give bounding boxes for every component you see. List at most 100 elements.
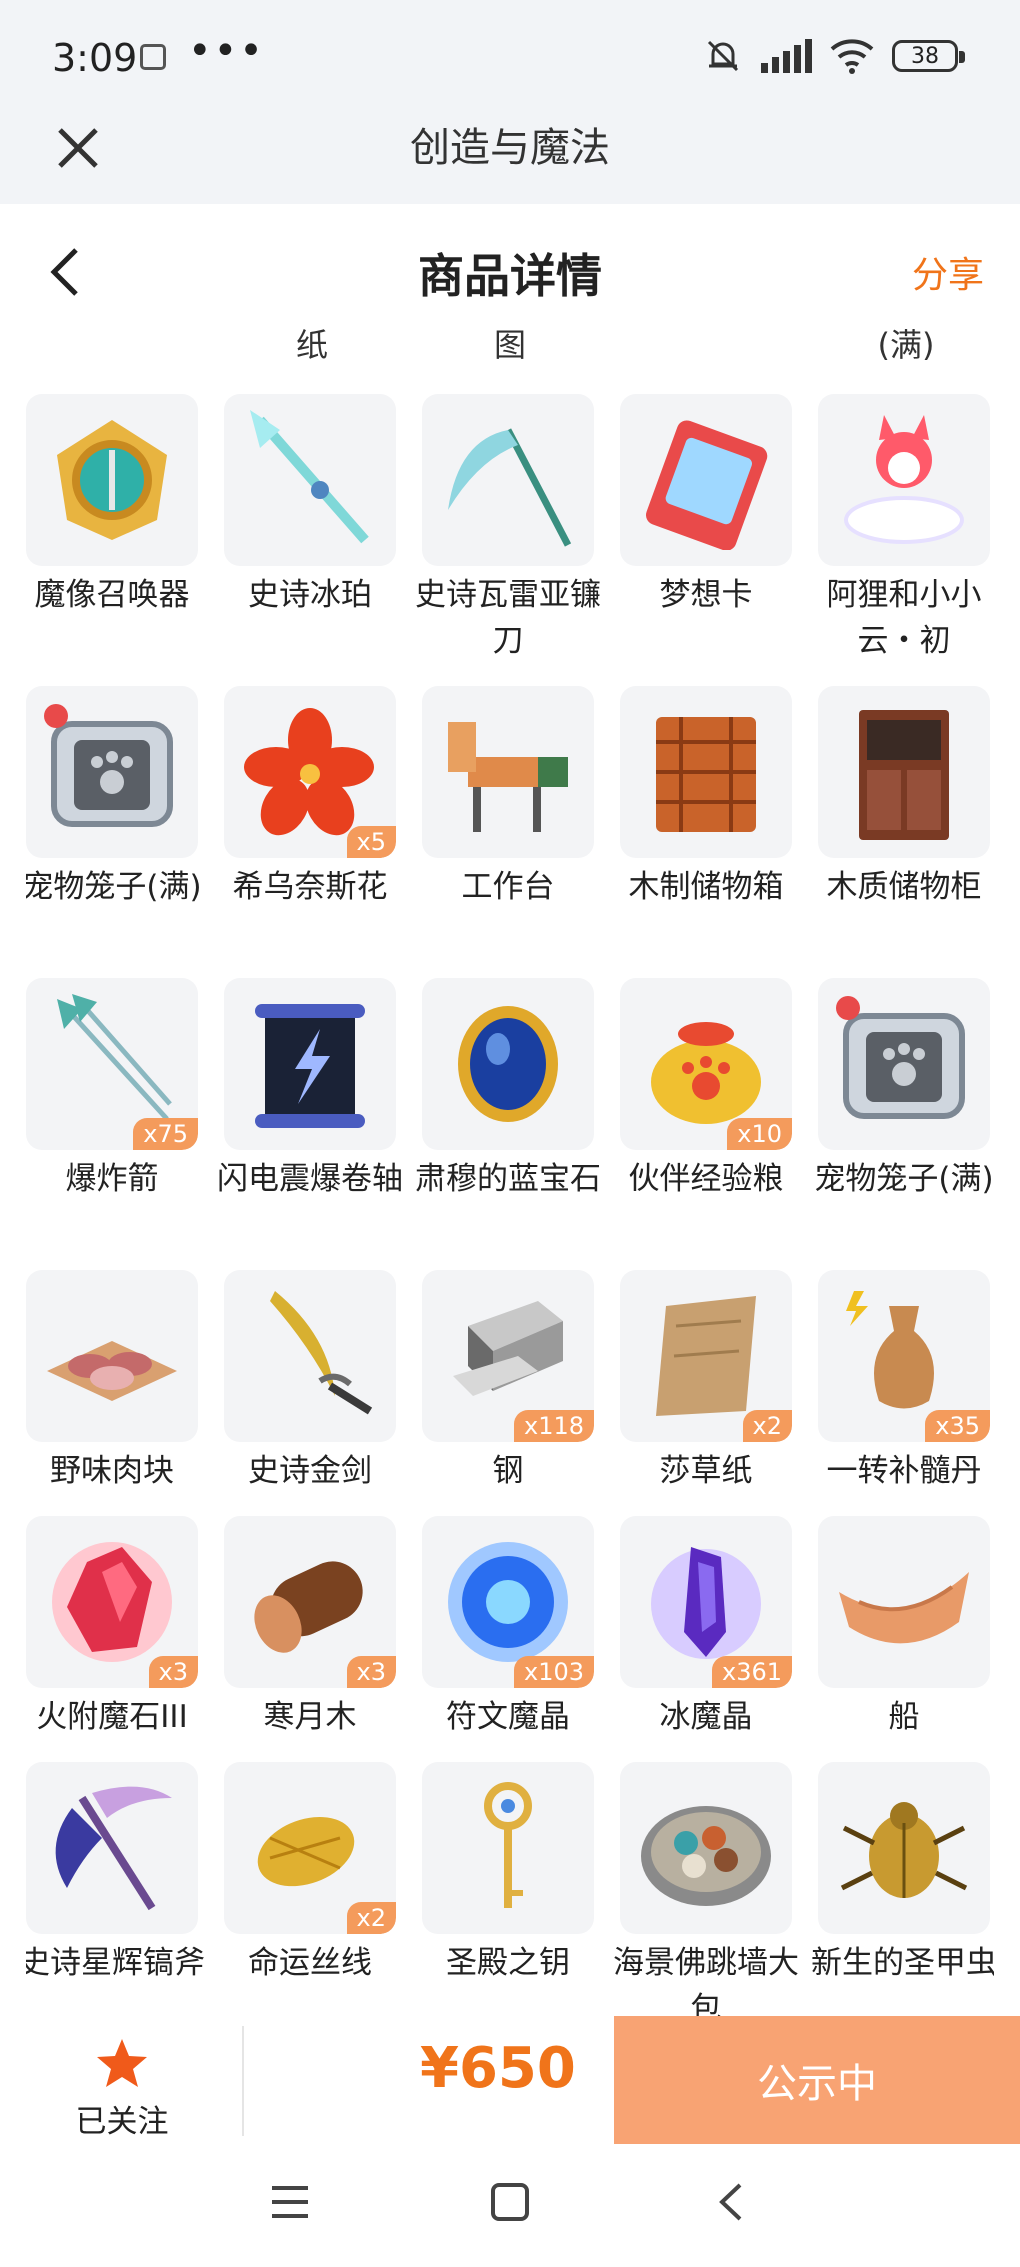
- dish-icon: [641, 1806, 771, 1906]
- item-name: 符文魔晶: [446, 1699, 570, 1735]
- item-thumbnail: x75: [26, 978, 198, 1150]
- workbench-horse-icon: [448, 722, 568, 832]
- item-name: 木制储物箱: [628, 869, 784, 905]
- status-icons: 38: [703, 36, 965, 76]
- golden-blade-icon: [270, 1291, 373, 1415]
- quantity-badge: x118: [513, 1410, 594, 1442]
- item-thumbnail: [620, 1762, 792, 1934]
- item-name: 一转补髓丹: [826, 1453, 982, 1489]
- pet-cage-icon: [44, 704, 173, 827]
- wooden-crate-icon: [656, 717, 756, 832]
- system-nav-bar: [0, 2146, 1020, 2267]
- item-name: 冰魔晶: [659, 1699, 753, 1735]
- status-button[interactable]: 公示中: [614, 2016, 1020, 2144]
- item-thumbnail: [224, 394, 396, 566]
- more-notifications-icon: •••: [188, 28, 265, 74]
- quantity-badge: x35: [925, 1410, 990, 1442]
- steel-ingot-icon: [453, 1301, 563, 1396]
- item-thumbnail: [422, 394, 594, 566]
- quantity-badge: x3: [148, 1656, 198, 1688]
- item-thumbnail: x3: [224, 1516, 396, 1688]
- scarab-icon: [840, 1802, 968, 1898]
- quantity-badge: x75: [133, 1118, 198, 1150]
- battery-icon: 38: [892, 40, 965, 72]
- dream-card-icon: [646, 420, 768, 550]
- item-thumbnail: [620, 394, 792, 566]
- notification-icon: [140, 44, 166, 70]
- status-time: 3:09: [52, 36, 138, 80]
- page-title: 商品详情: [418, 249, 602, 303]
- partial-label: 图: [493, 326, 526, 364]
- item-grid: 魔像召唤器 史诗冰珀 史诗瓦雷亚镰刀 梦想卡 阿狸和小小云・初 宠物笼子(满) x5 希乌奈斯…: [26, 394, 994, 2016]
- menu-icon[interactable]: [270, 2182, 310, 2222]
- divider: [242, 2026, 244, 2136]
- quantity-badge: x3: [346, 1656, 396, 1688]
- ice-spear-icon: [250, 410, 369, 544]
- bell-off-icon: [707, 40, 739, 72]
- rune-orb-icon: [448, 1542, 568, 1662]
- item-name: 阿狸和小小云・初: [826, 577, 982, 659]
- star-axe-icon: [55, 1786, 172, 1911]
- status-bar: 3:09 ••• 38: [0, 0, 1020, 120]
- item-name: 史诗瓦雷亚镰刀: [415, 577, 601, 659]
- close-icon[interactable]: [50, 120, 106, 176]
- sapphire-icon: [458, 1006, 558, 1122]
- quantity-badge: x2: [346, 1902, 396, 1934]
- item-thumbnail: [26, 394, 198, 566]
- follow-label: 已关注: [75, 2104, 169, 2140]
- item-name: 魔像召唤器: [34, 577, 190, 613]
- ice-crystal-icon: [651, 1547, 761, 1659]
- item-name: 莎草纸: [659, 1453, 753, 1489]
- item-thumbnail: [818, 978, 990, 1150]
- star-icon: [97, 2039, 147, 2087]
- item-name: 肃穆的蓝宝石: [415, 1161, 601, 1197]
- item-thumbnail: [422, 686, 594, 858]
- item-thumbnail: [224, 1270, 396, 1442]
- item-thumbnail: x5: [224, 686, 396, 858]
- quantity-badge: x10: [727, 1118, 792, 1150]
- vase-icon: [846, 1291, 934, 1409]
- item-thumbnail: [422, 1762, 594, 1934]
- item-thumbnail: [818, 1516, 990, 1688]
- log-icon: [254, 1561, 363, 1653]
- quantity-badge: x361: [711, 1656, 792, 1688]
- item-name: 木质储物柜: [826, 869, 982, 905]
- quantity-badge: x2: [742, 1410, 792, 1442]
- quantity-badge: x5: [346, 826, 396, 858]
- item-thumbnail: [26, 686, 198, 858]
- item-name: 圣殿之钥: [446, 1945, 570, 1981]
- item-thumbnail: x2: [224, 1762, 396, 1934]
- follow-button[interactable]: 已关注: [44, 2036, 200, 2140]
- item-name: 闪电震爆卷轴: [217, 1161, 403, 1197]
- meat-icon: [47, 1341, 177, 1401]
- thread-icon: [257, 1816, 355, 1887]
- item-thumbnail: [26, 1270, 198, 1442]
- partial-label: (满): [877, 326, 935, 364]
- item-thumbnail: x118: [422, 1270, 594, 1442]
- item-name: 火附魔石III: [36, 1699, 188, 1735]
- item-thumbnail: [224, 978, 396, 1150]
- share-button[interactable]: 分享: [912, 246, 984, 298]
- item-name: 海景佛跳墙大包: [613, 1945, 799, 2016]
- item-name: 钢: [492, 1453, 524, 1489]
- app-header: 创造与魔法: [0, 120, 1020, 204]
- price: ¥650: [420, 2036, 576, 2101]
- item-name: 爆炸箭: [65, 1161, 159, 1197]
- item-thumbnail: [620, 686, 792, 858]
- item-thumbnail: x2: [620, 1270, 792, 1442]
- item-name: 船: [888, 1699, 920, 1735]
- item-thumbnail: [818, 394, 990, 566]
- bottom-bar: 已关注 ¥650 公示中: [0, 2016, 1020, 2146]
- pet-cage-icon: [836, 996, 965, 1119]
- item-thumbnail: [26, 1762, 198, 1934]
- key-icon: [484, 1782, 532, 1908]
- item-name: 野味肉块: [50, 1453, 174, 1489]
- page-nav: 商品详情 分享: [0, 204, 1020, 334]
- wooden-cabinet-icon: [859, 710, 949, 840]
- home-icon[interactable]: [490, 2182, 530, 2222]
- item-name: 新生的圣甲虫: [811, 1945, 994, 1981]
- item-thumbnail: x10: [620, 978, 792, 1150]
- wifi-icon: [830, 39, 874, 74]
- nav-back-icon[interactable]: [712, 2182, 752, 2222]
- item-name: 梦想卡: [659, 577, 753, 613]
